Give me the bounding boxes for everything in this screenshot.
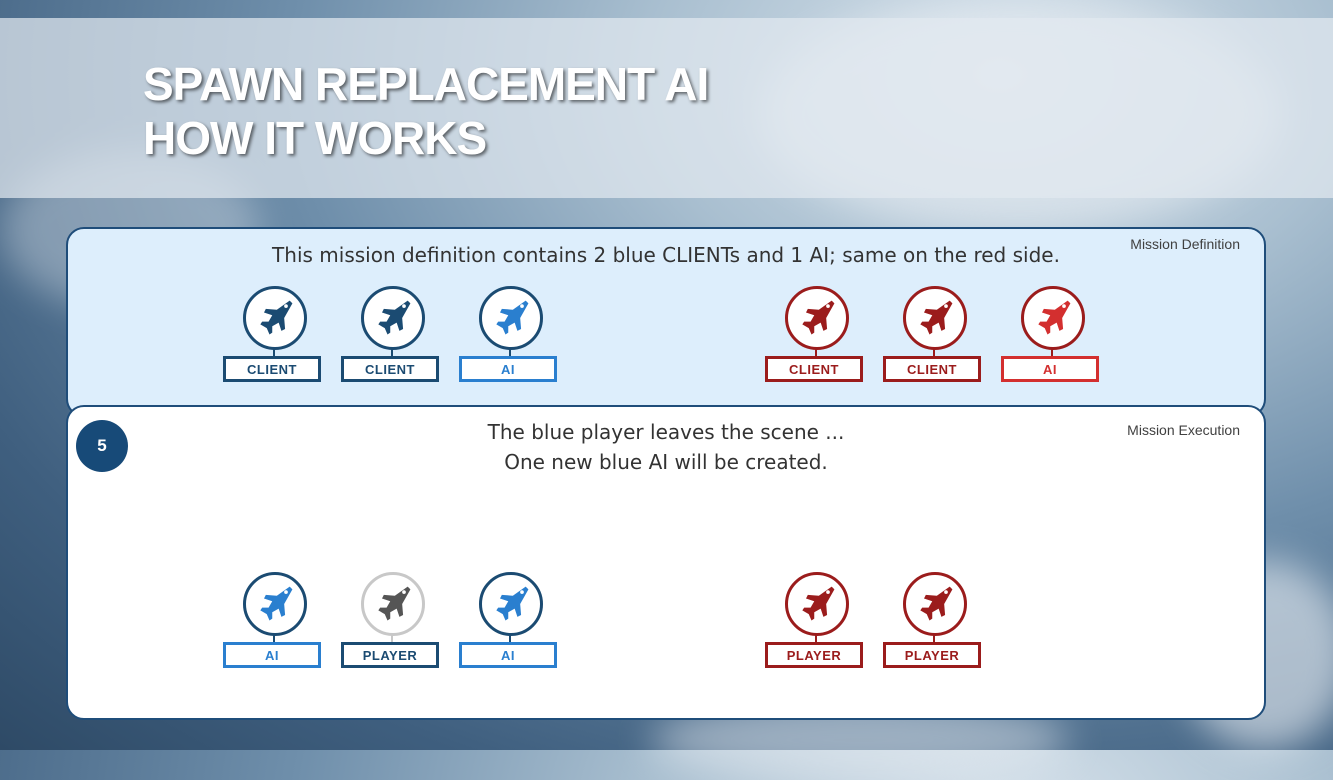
definition-red-unit-3: AI <box>1001 286 1103 390</box>
mission-execution-panel: 5 Mission Execution The blue player leav… <box>66 405 1266 720</box>
jet-icon <box>785 286 849 350</box>
jet-icon <box>903 286 967 350</box>
jet-icon <box>243 572 307 636</box>
jet-icon <box>243 286 307 350</box>
execution-red-unit-2: PLAYER <box>883 572 985 676</box>
execution-text-line-1: The blue player leaves the scene ... <box>487 420 845 444</box>
definition-blue-unit-label: CLIENT <box>223 356 321 382</box>
definition-red-unit-label: CLIENT <box>765 356 863 382</box>
definition-red-unit-2: CLIENT <box>883 286 985 390</box>
definition-blue-unit-3: AI <box>459 286 561 390</box>
execution-red-unit-label: PLAYER <box>765 642 863 668</box>
definition-blue-unit-2: CLIENT <box>341 286 443 390</box>
definition-red-unit-1: CLIENT <box>765 286 867 390</box>
mission-execution-text: The blue player leaves the scene ... One… <box>68 417 1264 477</box>
slide-title: SPAWN REPLACEMENT AI HOW IT WORKS <box>143 57 709 165</box>
jet-icon <box>785 572 849 636</box>
execution-blue-unit-label: PLAYER <box>341 642 439 668</box>
execution-blue-unit-3: AI <box>459 572 561 676</box>
jet-icon <box>1021 286 1085 350</box>
definition-red-unit-label: CLIENT <box>883 356 981 382</box>
execution-text-line-2: One new blue AI will be created. <box>504 450 828 474</box>
title-line-2: HOW IT WORKS <box>143 112 487 164</box>
execution-blue-unit-label: AI <box>459 642 557 668</box>
mission-definition-text: This mission definition contains 2 blue … <box>68 240 1264 270</box>
definition-red-unit-label: AI <box>1001 356 1099 382</box>
jet-icon <box>479 286 543 350</box>
definition-blue-unit-label: AI <box>459 356 557 382</box>
jet-icon <box>361 286 425 350</box>
execution-red-unit-label: PLAYER <box>883 642 981 668</box>
jet-icon <box>479 572 543 636</box>
definition-blue-unit-label: CLIENT <box>341 356 439 382</box>
mission-definition-panel: Mission Definition This mission definiti… <box>66 227 1266 417</box>
execution-blue-unit-2: PLAYER <box>341 572 443 676</box>
jet-icon <box>361 572 425 636</box>
mission-definition-description: This mission definition contains 2 blue … <box>272 243 1060 267</box>
execution-blue-unit-label: AI <box>223 642 321 668</box>
definition-blue-unit-1: CLIENT <box>223 286 325 390</box>
jet-icon <box>903 572 967 636</box>
execution-blue-unit-1: AI <box>223 572 325 676</box>
execution-red-unit-1: PLAYER <box>765 572 867 676</box>
title-line-1: SPAWN REPLACEMENT AI <box>143 58 709 110</box>
